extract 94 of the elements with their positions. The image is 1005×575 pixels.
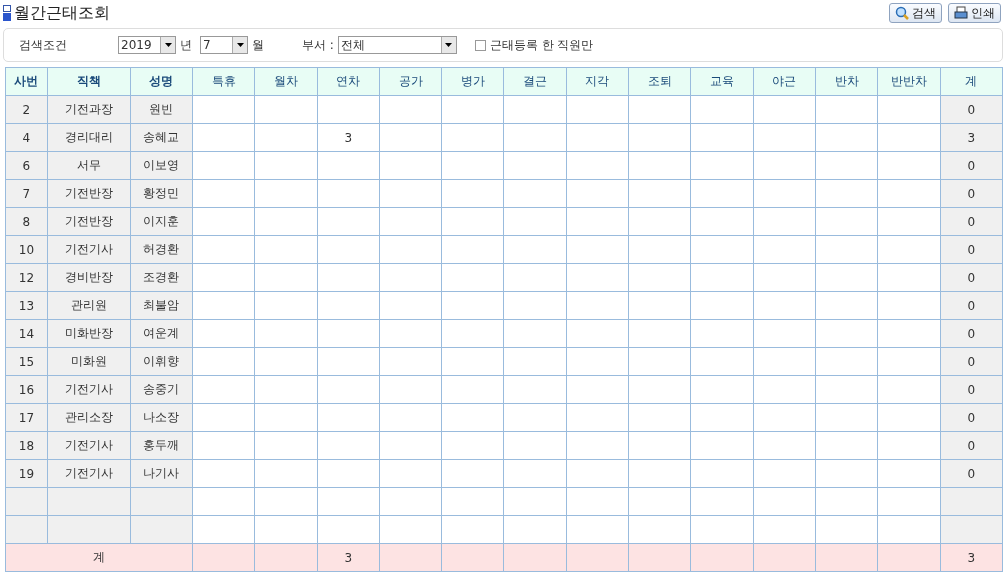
table-cell: 황정민 (130, 179, 193, 208)
column-header: 연차 (317, 67, 380, 96)
table-cell: 경비반장 (47, 263, 131, 292)
table-cell: 최불암 (130, 291, 193, 320)
table-cell: 0 (940, 347, 1003, 376)
table-cell: 0 (940, 207, 1003, 236)
table-cell: 4 (5, 123, 48, 152)
table-cell: 조경환 (130, 263, 193, 292)
title-icon (3, 5, 11, 21)
table-cell: 8 (5, 207, 48, 236)
table-cell: 18 (5, 431, 48, 460)
table-cell: 나소장 (130, 403, 193, 432)
table-cell: 19 (5, 459, 48, 488)
column-header: 직책 (47, 67, 131, 96)
month-unit: 월 (252, 36, 264, 54)
department-select[interactable]: 전체 (337, 36, 457, 54)
table-cell: 0 (940, 291, 1003, 320)
table-cell: 0 (940, 235, 1003, 264)
table-cell: 경리대리 (47, 123, 131, 152)
table-cell: 0 (940, 179, 1003, 208)
table-cell: 기전과장 (47, 95, 131, 124)
table-cell: 관리소장 (47, 403, 131, 432)
search-icon (895, 6, 909, 20)
table-cell: 기전기사 (47, 235, 131, 264)
table-cell: 미화반장 (47, 319, 131, 348)
column-header: 교육 (690, 67, 754, 96)
column-header: 사번 (5, 67, 48, 96)
column-header: 병가 (441, 67, 504, 96)
filter-label: 검색조건 (19, 36, 68, 54)
table-cell: 0 (940, 459, 1003, 488)
search-button[interactable]: 검색 (889, 3, 942, 23)
table-cell: 2 (5, 95, 48, 124)
column-header: 야근 (753, 67, 816, 96)
table-cell: 0 (940, 263, 1003, 292)
caret-icon (445, 43, 453, 47)
caret-icon (236, 43, 244, 47)
column-header: 공가 (379, 67, 442, 96)
table-cell: 기전반장 (47, 207, 131, 236)
table-cell: 3 (940, 123, 1003, 152)
table-cell: 13 (5, 291, 48, 320)
department-label: 부서 : (302, 36, 334, 54)
table-cell: 여운계 (130, 319, 193, 348)
table-cell: 7 (5, 179, 48, 208)
page-title: 월간근태조회 (14, 2, 110, 24)
table-cell: 미화원 (47, 347, 131, 376)
column-header: 반반차 (877, 67, 941, 96)
checkbox-label: 근태등록 한 직원만 (489, 36, 594, 54)
table-cell: 원빈 (130, 95, 193, 124)
table-cell: 기전기사 (47, 431, 131, 460)
table-cell: 이휘향 (130, 347, 193, 376)
year-select[interactable]: 2019 (118, 36, 176, 54)
caret-icon (164, 43, 172, 47)
table-cell: 3 (940, 543, 1003, 572)
table-cell: 17 (5, 403, 48, 432)
table-cell: 기전반장 (47, 179, 131, 208)
table-cell: 송혜교 (130, 123, 193, 152)
printer-icon (954, 6, 968, 20)
table-cell: 이지훈 (130, 207, 193, 236)
column-header: 월차 (254, 67, 318, 96)
column-header: 조퇴 (628, 67, 691, 96)
table-cell: 0 (940, 95, 1003, 124)
table-cell: 3 (317, 123, 380, 152)
table-cell: 기전기사 (47, 459, 131, 488)
checkbox[interactable] (474, 39, 486, 51)
print-button[interactable]: 인쇄 (948, 3, 1001, 23)
table-cell: 관리원 (47, 291, 131, 320)
table-cell: 0 (940, 431, 1003, 460)
column-header: 특휴 (192, 67, 255, 96)
column-header: 성명 (130, 67, 193, 96)
table-cell: 0 (940, 151, 1003, 180)
month-select[interactable]: 7 (200, 36, 248, 54)
table-cell: 6 (5, 151, 48, 180)
table-cell: 15 (5, 347, 48, 376)
table-cell: 0 (940, 403, 1003, 432)
table-cell: 홍두깨 (130, 431, 193, 460)
table-cell: 10 (5, 235, 48, 264)
table-cell: 서무 (47, 151, 131, 180)
table-cell: 송중기 (130, 375, 193, 404)
column-header: 계 (940, 67, 1003, 96)
table-cell: 14 (5, 319, 48, 348)
table-cell: 이보영 (130, 151, 193, 180)
column-header: 반차 (815, 67, 878, 96)
table-cell: 16 (5, 375, 48, 404)
table-cell: 0 (940, 319, 1003, 348)
year-unit: 년 (180, 36, 192, 54)
column-header: 결근 (504, 67, 567, 96)
table-cell: 0 (940, 375, 1003, 404)
table-cell: 12 (5, 263, 48, 292)
table-cell: 계 (5, 543, 193, 572)
table-cell: 기전기사 (47, 375, 131, 404)
table-cell: 3 (317, 543, 380, 572)
table-cell: 허경환 (130, 235, 193, 264)
table-cell: 나기사 (130, 459, 193, 488)
column-header: 지각 (566, 67, 629, 96)
